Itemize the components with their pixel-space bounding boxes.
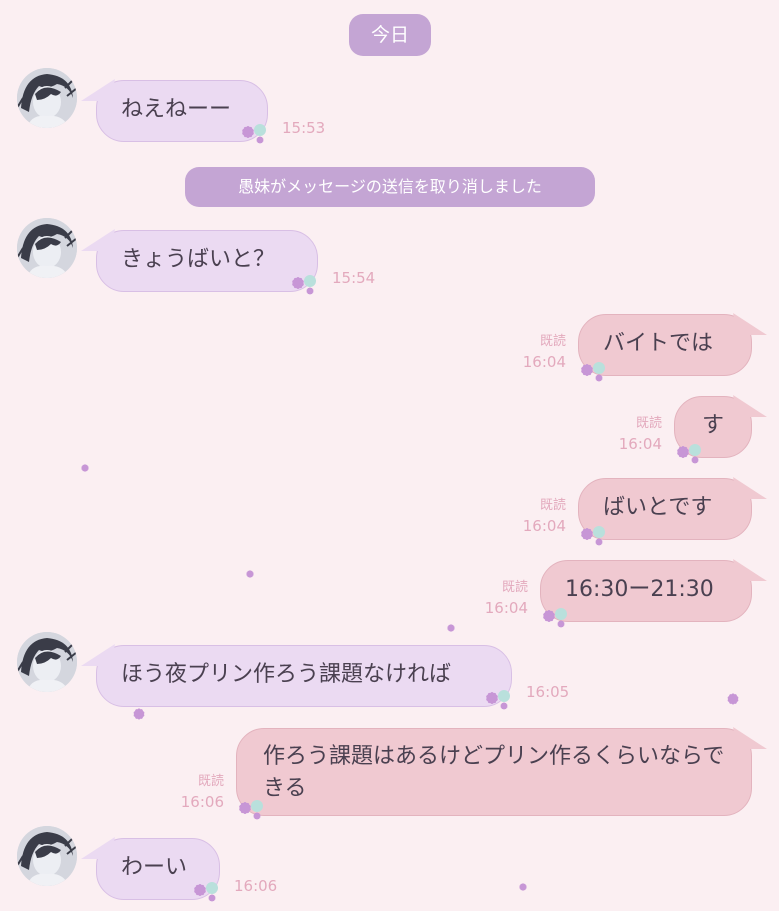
read-receipt: 既読 (539, 334, 566, 349)
message-meta: 既読 16:04 (506, 332, 566, 372)
message-meta: 15:54 (332, 268, 375, 288)
message-text: バイトでは (603, 331, 714, 356)
message-meta: 既読 16:04 (602, 414, 662, 454)
avatar[interactable] (17, 68, 77, 128)
message-text: す (701, 413, 724, 438)
message-bubble[interactable]: きょうばいと？ (96, 230, 318, 292)
flower-sticker-icon (193, 882, 218, 902)
sparkle-icon (245, 569, 255, 579)
sparkle-icon (726, 692, 740, 706)
message-time: 16:06 (234, 877, 278, 895)
message-time: 16:04 (522, 353, 566, 371)
flower-sticker-icon (291, 275, 316, 295)
sparkle-icon (518, 882, 528, 892)
message-text: ばいとです (603, 495, 713, 520)
message-text: 16:30ー21:30 (565, 577, 714, 602)
read-receipt: 既読 (635, 416, 662, 431)
message-time: 15:54 (332, 269, 376, 287)
message-meta: 既読 16:04 (506, 496, 566, 536)
read-receipt: 既読 (501, 580, 528, 595)
message-time: 16:04 (484, 599, 528, 617)
avatar[interactable] (17, 826, 77, 886)
avatar[interactable] (17, 218, 77, 278)
message-time: 16:04 (522, 517, 566, 535)
flower-sticker-icon (485, 690, 510, 710)
message-text: ねえねーー (121, 97, 232, 122)
flower-sticker-icon (542, 608, 567, 628)
flower-sticker-icon (238, 800, 263, 820)
message-meta: 16:05 (526, 682, 569, 702)
read-receipt: 既読 (539, 498, 566, 513)
system-notice: 愚妹がメッセージの送信を取り消しました (185, 167, 595, 207)
sparkle-icon (132, 707, 146, 721)
message-text: わーい (121, 855, 188, 880)
message-bubble[interactable]: 作ろう課題はあるけどプリン作るくらいならできる (236, 728, 752, 816)
message-text: 作ろう課題はあるけどプリン作るくらいならできる (263, 744, 725, 801)
message-time: 16:04 (618, 435, 662, 453)
date-separator: 今日 (349, 14, 431, 56)
message-text: ほう夜プリン作ろう課題なければ (121, 662, 452, 687)
flower-sticker-icon (580, 362, 605, 382)
message-bubble[interactable]: ほう夜プリン作ろう課題なければ (96, 645, 512, 707)
message-bubble[interactable]: 16:30ー21:30 (540, 560, 752, 622)
message-meta: 既読 16:06 (164, 772, 224, 812)
flower-sticker-icon (241, 124, 266, 144)
flower-sticker-icon (676, 444, 701, 464)
message-meta: 16:06 (234, 876, 277, 896)
flower-sticker-icon (580, 526, 605, 546)
avatar[interactable] (17, 632, 77, 692)
message-time: 16:06 (180, 793, 224, 811)
sparkle-icon (80, 463, 90, 473)
message-text: きょうばいと？ (121, 247, 276, 272)
message-time: 15:53 (282, 119, 326, 137)
message-meta: 15:53 (282, 118, 325, 138)
message-time: 16:05 (526, 683, 570, 701)
message-meta: 既読 16:04 (468, 578, 528, 618)
read-receipt: 既読 (197, 774, 224, 789)
sparkle-icon (446, 623, 456, 633)
